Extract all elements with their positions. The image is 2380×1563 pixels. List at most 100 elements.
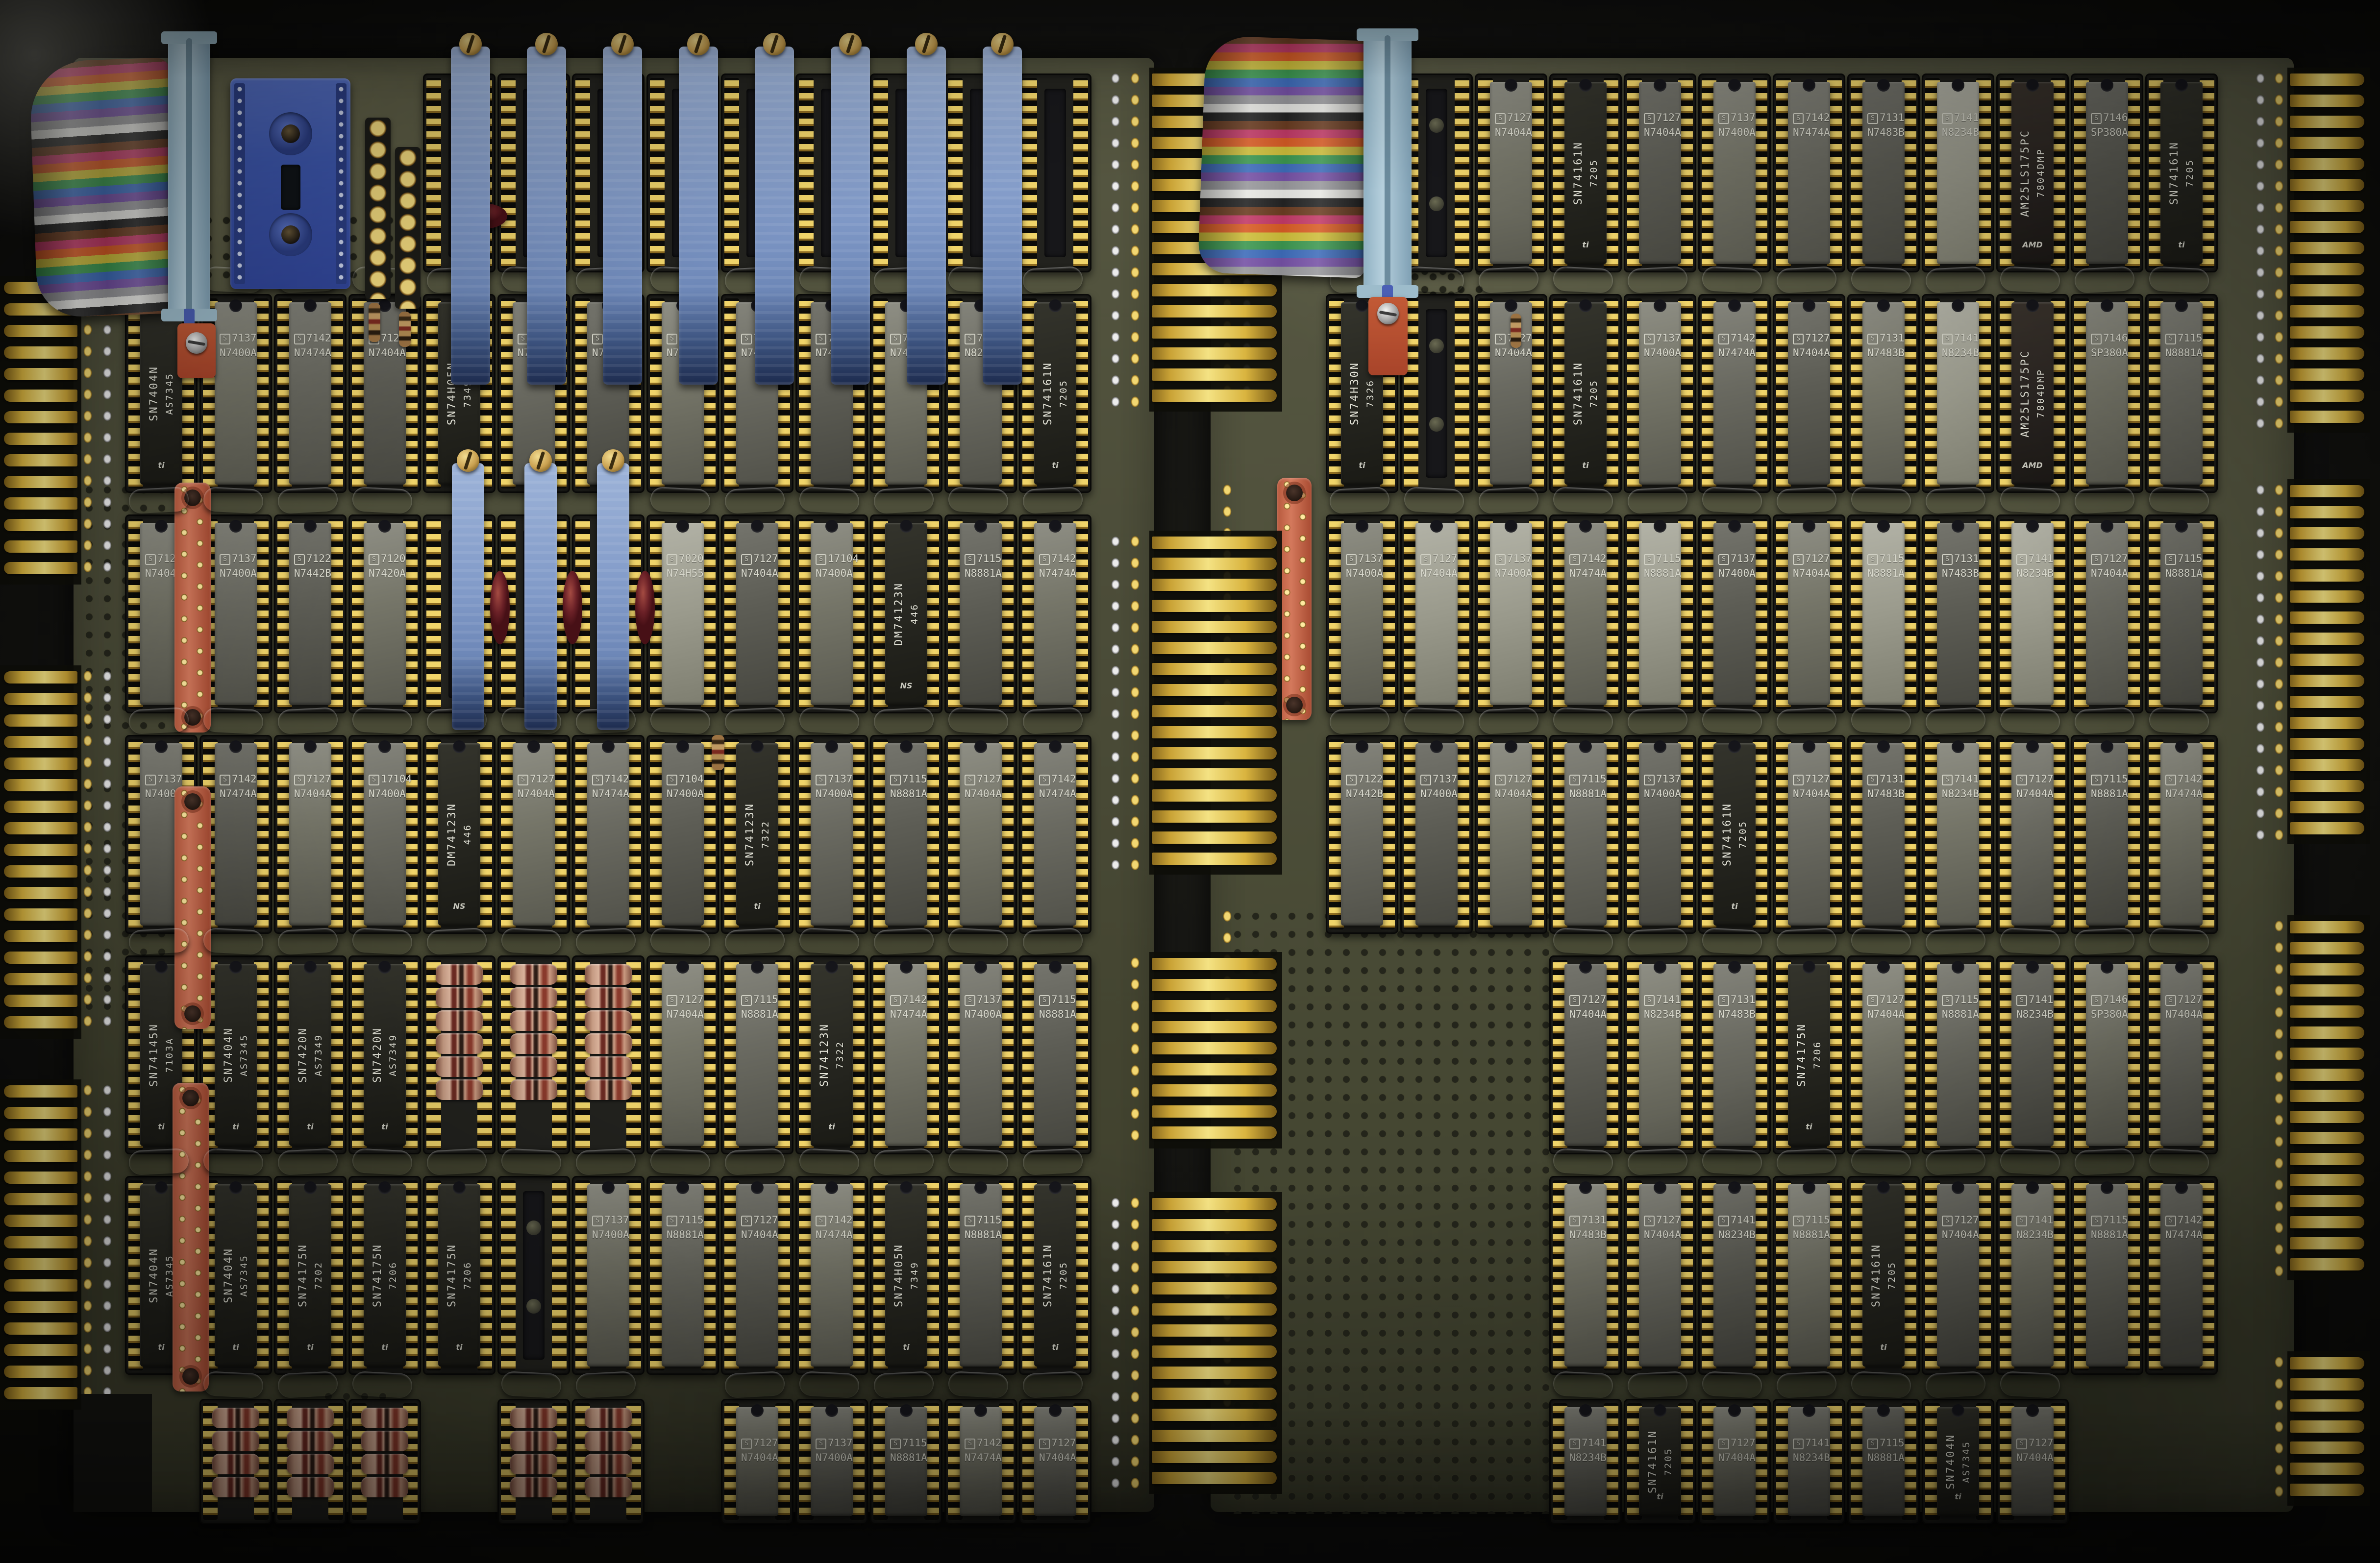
chip-label: SN74175N7206 (364, 1184, 406, 1367)
chip-label: S7137N7400A (1718, 551, 1756, 581)
chip-date-code: 7103A (164, 1037, 175, 1073)
screw-slot (618, 35, 627, 53)
ic-chip: DM74123N446NS (438, 743, 480, 926)
capacitor-tan (2000, 487, 2060, 514)
dip-socket-empty (1400, 73, 1473, 272)
chip-label: S7146SP380A (2091, 110, 2128, 140)
chip-logo-signetics-icon: S (1644, 554, 1655, 565)
chip-label: S7137N7400A (1346, 551, 1383, 581)
chip-part-number: N8881A (2091, 786, 2128, 801)
chip-part-date: S7020 (667, 551, 704, 566)
ic-chip: SN7404NAS7345ti (215, 964, 257, 1146)
chip-label: S7115N8881A (890, 1436, 927, 1465)
chip-logo-signetics-icon: S (2016, 554, 2027, 565)
chip-part-number: SN74161N (1042, 362, 1054, 425)
chip-part-number: N7404A (1495, 125, 1532, 140)
ic-socket: SN74H30N7326ti (1326, 294, 1398, 493)
chip-label: SN74161N7205 (1564, 82, 1607, 264)
ic-socket (1019, 73, 1091, 272)
chip-notch (974, 1404, 987, 1417)
chip-label: S7142N7474A (220, 772, 257, 801)
capacitor-tan (1022, 928, 1083, 955)
connector-strip-orange (174, 483, 211, 733)
chip-notch (1952, 520, 1964, 533)
chip-date-code: AS7349 (313, 1034, 324, 1076)
chip-logo-signetics-icon: S (1942, 554, 1953, 565)
capacitor-tan (203, 1371, 264, 1398)
chip-notch (304, 299, 317, 312)
chip-notch (1952, 740, 1964, 753)
solder-pad-column (1109, 1196, 1122, 1490)
ic-chip: S7127N7404A (289, 743, 331, 926)
chip-date-code: 7206 (462, 1261, 473, 1290)
ic-chip: S7127N7404A (2160, 964, 2203, 1146)
capacitor-tan (1776, 1148, 1837, 1175)
chip-logo-ti-icon: ti (1359, 461, 1365, 470)
chip-label: S7142N7474A (592, 772, 629, 801)
chip-part-number: N8881A (965, 566, 1002, 581)
chip-notch (2101, 520, 2113, 533)
chip-part-number: N8234B (1569, 1450, 1607, 1465)
chip-logo-signetics-icon: S (592, 1216, 603, 1226)
chip-logo-ti-icon: ti (1955, 1492, 1961, 1501)
chip-logo-signetics-icon: S (369, 554, 379, 565)
socket-hole (526, 1221, 541, 1235)
chip-notch (602, 1181, 615, 1194)
chip-notch (1952, 961, 1964, 974)
ic-chip: S7127N7404A (2086, 523, 2128, 705)
ic-socket: S7127N7404A (274, 735, 347, 934)
chip-label: S7104N7400A (667, 772, 704, 801)
chip-date-code: AS7345 (1961, 1441, 1972, 1483)
ic-chip: S7127N7404A (2011, 1407, 2054, 1516)
chip-part-number: N7474A (816, 1227, 853, 1242)
chip-part-number: N7474A (294, 345, 331, 360)
chip-part-date: S7120 (369, 551, 406, 566)
chip-part-number: N7474A (965, 1450, 1002, 1465)
socket-hole (1429, 417, 1444, 432)
capacitor-tan (650, 928, 711, 955)
chip-label: S7127N7404A (2091, 551, 2128, 581)
chip-part-number: N8234B (1942, 786, 1979, 801)
resistor-pack (582, 962, 634, 1148)
capacitor-tan (724, 1148, 785, 1175)
solder-pad-column (81, 669, 95, 1035)
chip-logo-signetics-icon: S (1718, 113, 1729, 124)
socket-pin-row (426, 78, 441, 268)
mounting-hole (269, 213, 312, 256)
resistor (585, 1454, 632, 1474)
capacitor-tan (203, 707, 264, 734)
chip-part-number: SN74161N (1647, 1430, 1659, 1493)
chip-notch (1049, 520, 1062, 533)
chip-label: S17104N7400A (369, 772, 412, 801)
chip-logo-signetics-icon: S (1039, 775, 1050, 785)
chip-label: S7127N7404A (2016, 1436, 2054, 1465)
socket-pin-row (1404, 298, 1418, 488)
ic-chip: S7137N7400A (215, 523, 257, 705)
ic-socket: S7127N7404A (721, 1399, 793, 1524)
capacitor-tan (352, 928, 413, 955)
solder-pad-column (1128, 955, 1142, 1145)
chip-notch (1579, 740, 1592, 753)
ic-socket: S7127N7404A (721, 514, 793, 713)
chip-part-number: N7404A (1942, 1227, 1979, 1242)
resistor (585, 964, 632, 985)
chip-logo-signetics-icon: S (1569, 1439, 1580, 1449)
trimmer-adjust-screw (529, 449, 552, 472)
chip-part-number: SN7404N (223, 1027, 235, 1083)
chip-logo-signetics-icon: S (1793, 554, 1804, 565)
axial-resistor (399, 312, 411, 347)
chip-label: S7115N8881A (2091, 772, 2128, 801)
ic-socket: S7137N7400A (1698, 514, 1771, 713)
ic-chip: S7115N8881A (960, 1184, 1002, 1367)
ic-chip: S7115N8881A (1862, 523, 1905, 705)
chip-logo-signetics-icon: S (816, 775, 826, 785)
chip-part-number: SN7404N (223, 1247, 235, 1303)
chip-part-number: N7442B (1346, 786, 1383, 801)
chip-part-date: S7115 (890, 1436, 927, 1450)
ic-chip: SN74161N7205ti (2160, 82, 2203, 264)
chip-part-date: S7127 (2016, 1436, 2054, 1450)
capacitor-tan (873, 1371, 934, 1398)
chip-part-date: S7142 (816, 1213, 853, 1227)
chip-notch (2026, 1404, 2039, 1417)
chip-part-number: N7404A (369, 345, 406, 360)
